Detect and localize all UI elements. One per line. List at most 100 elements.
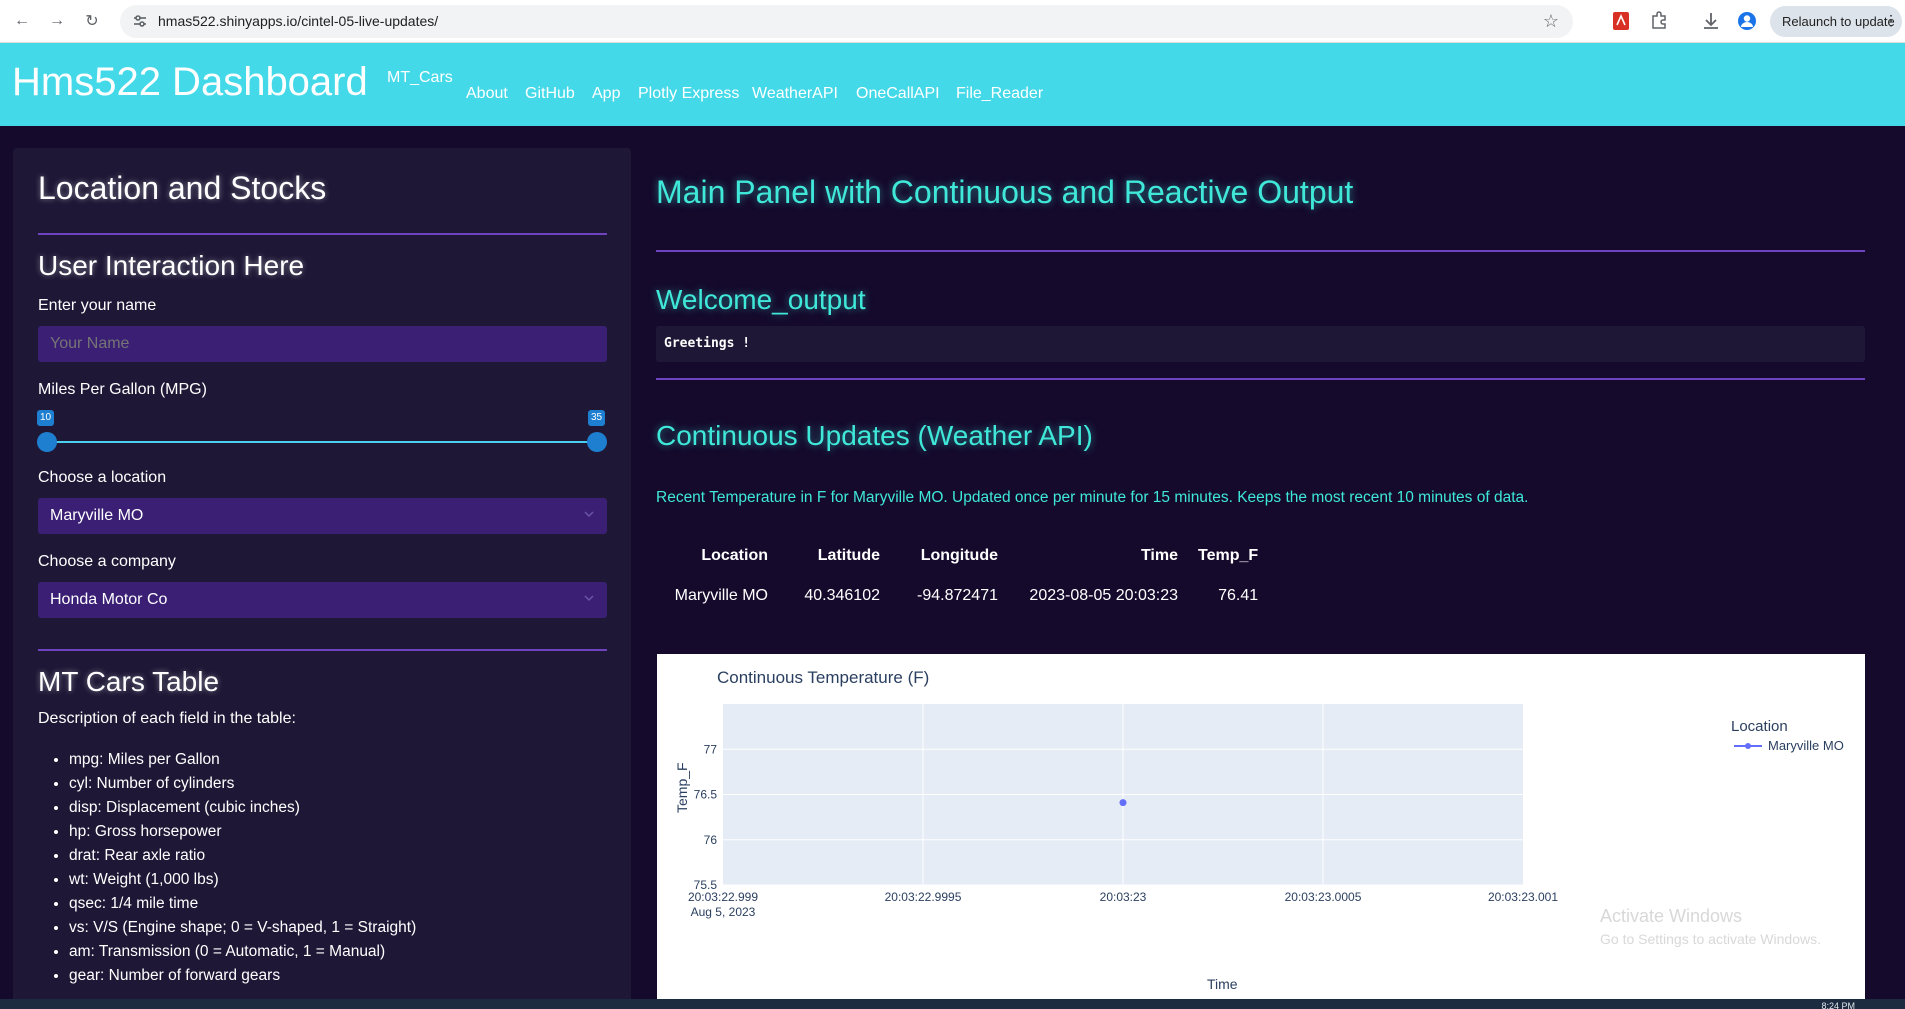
list-item: wt: Weight (1,000 lbs): [69, 868, 416, 892]
taskbar-clock: 8:24 PM: [1821, 1001, 1855, 1009]
nav-link-weatherapi[interactable]: WeatherAPI: [752, 85, 838, 103]
list-item: drat: Rear axle ratio: [69, 844, 416, 868]
list-item: hp: Gross horsepower: [69, 820, 416, 844]
y-tick-label: 76.5: [694, 788, 718, 802]
list-item: mpg: Miles per Gallon: [69, 748, 416, 772]
x-tick-label: 20:03:23.001: [1488, 890, 1558, 904]
legend-item[interactable]: Maryville MO: [1734, 738, 1844, 753]
legend-title: Location: [1731, 718, 1788, 735]
x-tick-sublabel: Aug 5, 2023: [691, 905, 756, 919]
nav-link-onecallapi[interactable]: OneCallAPI: [856, 85, 940, 103]
list-item: disp: Displacement (cubic inches): [69, 796, 416, 820]
pdf-extension-icon[interactable]: [1610, 10, 1632, 32]
y-axis-title: Temp_F: [674, 762, 690, 813]
watermark-line2: Go to Settings to activate Windows.: [1600, 931, 1821, 947]
col-location: Location: [701, 547, 768, 564]
sidebar-title: Location and Stocks: [38, 170, 327, 206]
cell-temp: 76.41: [1218, 587, 1259, 604]
main-divider-2: [656, 378, 1865, 380]
table-header-row: Location Latitude Longitude Time Temp_F: [656, 536, 1268, 576]
nav-link-file-reader[interactable]: File_Reader: [956, 85, 1043, 103]
mpg-min-value: 10: [37, 410, 55, 426]
table-row: Maryville MO 40.346102 -94.872471 2023-0…: [656, 576, 1268, 616]
list-item: am: Transmission (0 = Automatic, 1 = Man…: [69, 940, 416, 964]
nav-link-mt-cars[interactable]: MT_Cars: [387, 69, 453, 87]
y-tick-label: 76: [704, 833, 718, 847]
name-label: Enter your name: [38, 297, 157, 314]
x-tick-label: 20:03:22.9995: [885, 890, 962, 904]
more-menu-icon[interactable]: ⋮: [1884, 12, 1898, 29]
nav-link-about[interactable]: About: [466, 85, 508, 103]
windows-watermark: Activate Windows Go to Settings to activ…: [1600, 906, 1821, 947]
col-temp: Temp_F: [1198, 547, 1259, 564]
address-bar[interactable]: hmas522.shinyapps.io/cintel-05-live-upda…: [120, 5, 1573, 38]
mpg-slider-min-handle[interactable]: [37, 432, 57, 452]
greeting-output: Greetings !: [656, 326, 1865, 362]
profile-avatar-icon[interactable]: [1736, 10, 1758, 32]
list-item: gear: Number of forward gears: [69, 964, 416, 988]
location-selected-value: Maryville MO: [50, 507, 144, 524]
location-select[interactable]: Maryville MO: [38, 498, 607, 534]
back-icon[interactable]: ←: [10, 9, 34, 33]
temperature-chart[interactable]: Continuous Temperature (F) 75.5 76 76.5 77 2…: [657, 654, 1865, 1000]
sidebar-panel: Location and Stocks User Interaction Her…: [13, 148, 631, 1009]
col-longitude: Longitude: [920, 547, 998, 564]
x-tick-label: 20:03:23.0005: [1285, 890, 1362, 904]
nav-link-github[interactable]: GitHub: [525, 85, 575, 103]
interaction-heading: User Interaction Here: [38, 250, 305, 281]
y-tick-label: 77: [704, 742, 718, 756]
col-latitude: Latitude: [817, 547, 880, 564]
relaunch-button[interactable]: Relaunch to update ⋮: [1770, 6, 1902, 37]
nav-link-plotly-express[interactable]: Plotly Express: [638, 85, 739, 103]
welcome-heading: Welcome_output: [656, 284, 866, 315]
x-tick-label: 20:03:22.999: [688, 890, 758, 904]
update-note: Recent Temperature in F for Maryville MO…: [656, 489, 1529, 506]
list-item: qsec: 1/4 mile time: [69, 892, 416, 916]
windows-taskbar: [0, 999, 1905, 1009]
continuous-heading: Continuous Updates (Weather API): [656, 420, 1093, 451]
brand-title[interactable]: Hms522 Dashboard: [12, 60, 368, 105]
greeting-text: Greetings !: [664, 336, 751, 351]
weather-table: Location Latitude Longitude Time Temp_F …: [656, 536, 1268, 616]
cell-longitude: -94.872471: [917, 587, 998, 604]
cell-time: 2023-08-05 20:03:23: [1029, 587, 1178, 604]
site-info-icon[interactable]: [132, 13, 148, 29]
nav-link-app[interactable]: App: [592, 85, 620, 103]
forward-icon[interactable]: →: [45, 9, 69, 33]
main-title: Main Panel with Continuous and Reactive …: [656, 174, 1354, 210]
mtcars-heading: MT Cars Table: [38, 666, 220, 697]
watermark-line1: Activate Windows: [1600, 906, 1743, 926]
legend-marker: [1734, 742, 1762, 749]
cell-location: Maryville MO: [674, 587, 768, 604]
sidebar-divider: [38, 233, 607, 235]
top-navbar: Hms522 Dashboard MT_Cars About GitHub Ap…: [0, 43, 1905, 126]
browser-toolbar: ← → ↻ hmas522.shinyapps.io/cintel-05-liv…: [0, 0, 1905, 43]
mpg-label: Miles Per Gallon (MPG): [38, 381, 207, 398]
sidebar-divider-2: [38, 649, 607, 651]
bookmark-star-icon[interactable]: ☆: [1543, 11, 1559, 32]
mpg-slider-track[interactable]: [47, 441, 598, 443]
downloads-icon[interactable]: [1700, 10, 1722, 32]
legend-label: Maryville MO: [1768, 738, 1844, 753]
mtcars-description: Description of each field in the table:: [38, 710, 296, 727]
mpg-slider-max-handle[interactable]: [587, 432, 607, 452]
name-input[interactable]: [38, 326, 607, 362]
company-label: Choose a company: [38, 553, 176, 570]
x-tick-label: 20:03:23: [1100, 890, 1147, 904]
company-select[interactable]: Honda Motor Co: [38, 582, 607, 618]
main-divider: [656, 250, 1865, 252]
list-item: vs: V/S (Engine shape; 0 = V-shaped, 1 =…: [69, 916, 416, 940]
data-point: [1119, 799, 1127, 807]
reload-icon[interactable]: ↻: [80, 9, 104, 33]
chart-svg: 75.57676.57720:03:22.999 20:03:22.9995 20:…: [688, 704, 1558, 919]
chevron-down-icon: [584, 595, 594, 602]
mpg-max-value: 35: [588, 410, 606, 426]
x-axis-title: Time: [1207, 976, 1238, 992]
col-time: Time: [1140, 547, 1178, 564]
field-list: mpg: Miles per Gallon cyl: Number of cyl…: [69, 748, 416, 988]
extensions-icon[interactable]: [1648, 10, 1670, 32]
chevron-down-icon: [584, 511, 594, 518]
list-item: cyl: Number of cylinders: [69, 772, 416, 796]
relaunch-label: Relaunch to update: [1782, 14, 1895, 29]
cell-latitude: 40.346102: [804, 587, 880, 604]
